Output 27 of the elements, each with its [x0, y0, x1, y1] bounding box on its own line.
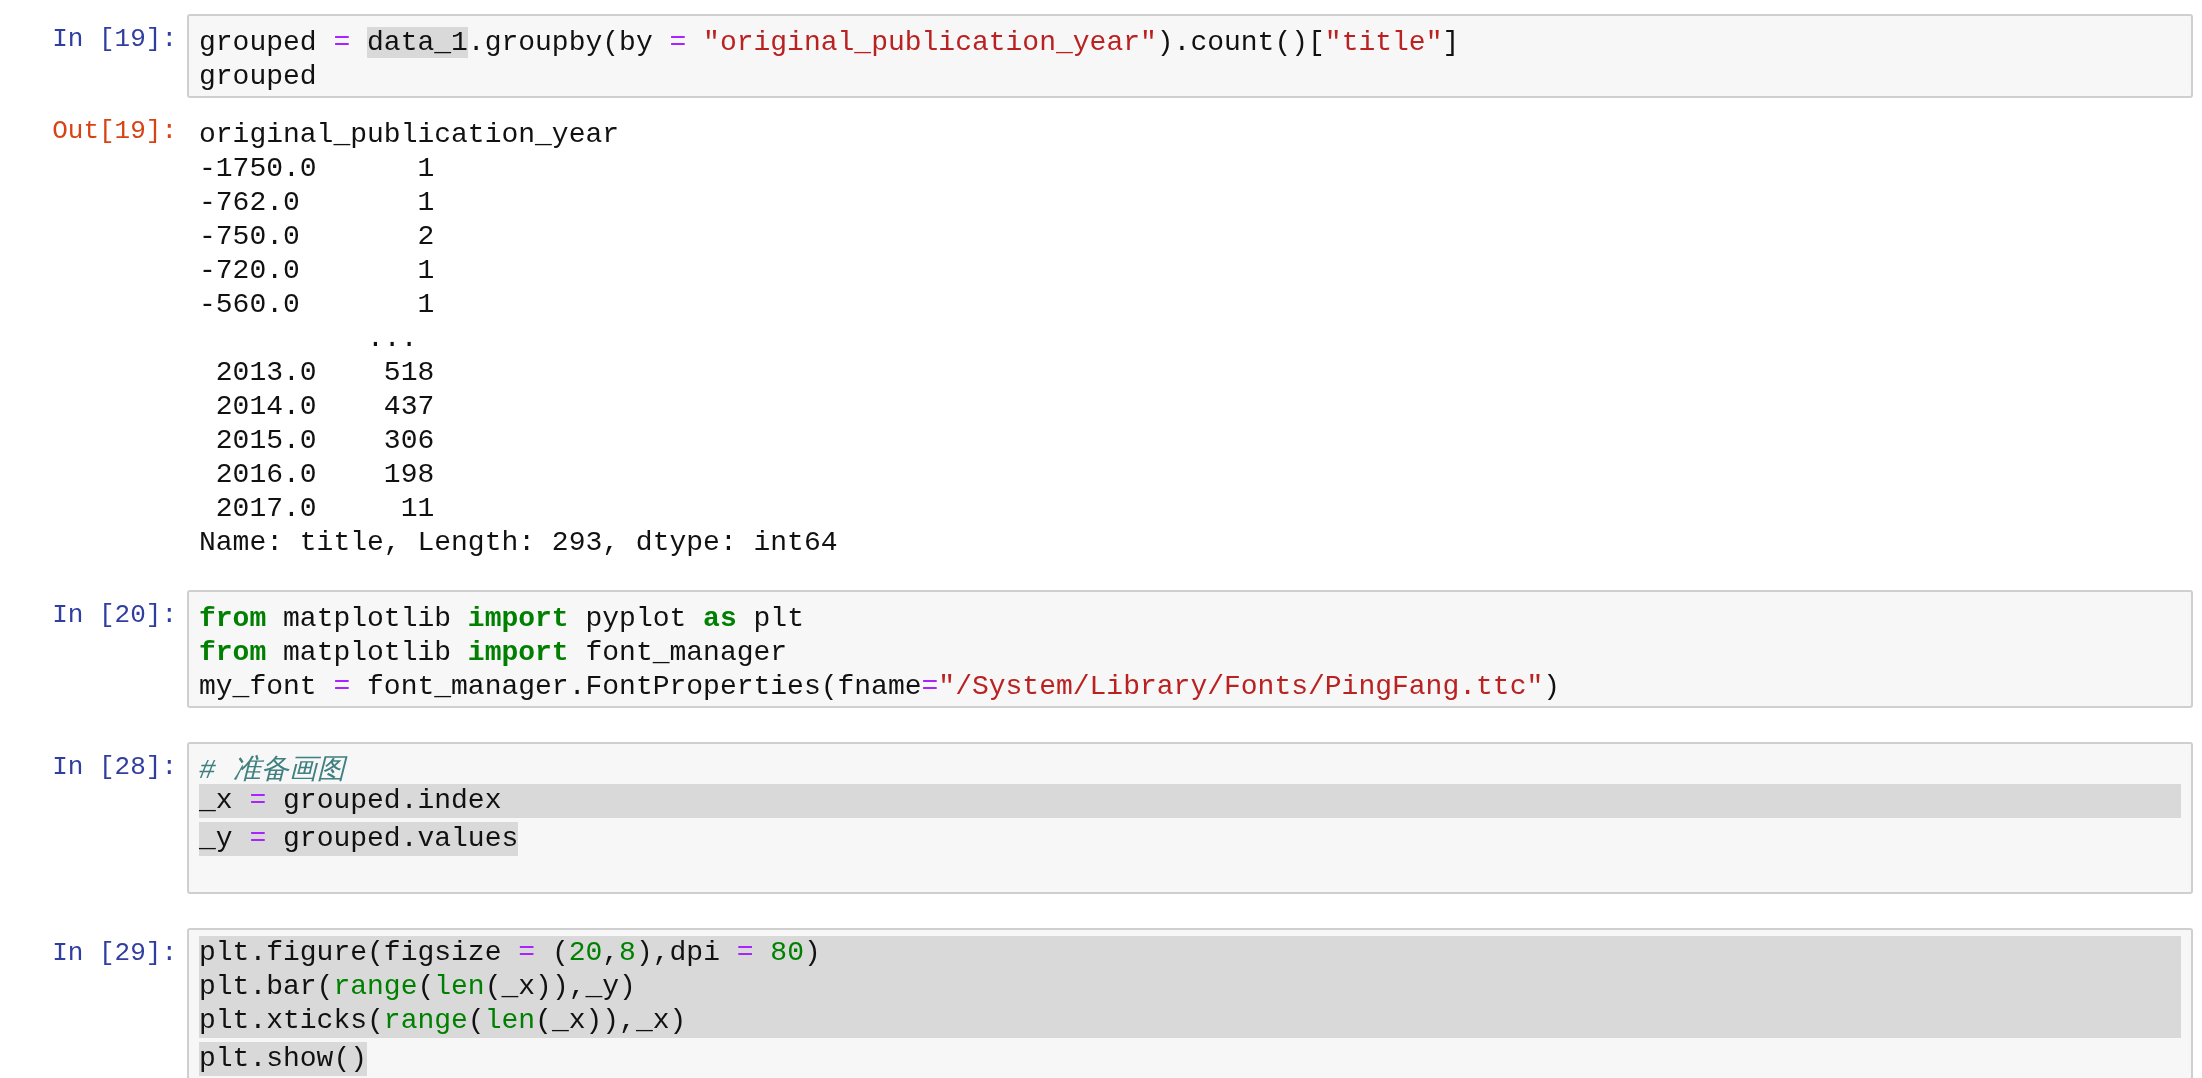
code-line: from matplotlib import pyplot as plt — [199, 602, 804, 636]
code-cell[interactable]: # 准备画图 _x = grouped.index _y = grouped.values — [187, 742, 2193, 894]
output-line: 2014.0 437 — [214, 391, 435, 422]
code-line: my_font = font_manager.FontProperties(fname="/System/Library/Fonts/PingFang.ttc") — [199, 670, 1561, 704]
output-line: ... — [366, 323, 418, 354]
code-line: grouped = data_1.groupby(by = "original_publication_year").count()["title"] — [199, 26, 1460, 60]
code-cell[interactable]: from matplotlib import pyplot as plt from matplotlib import font_manager my_font = font_manager.FontProperties(fname="/System/Library/Fonts/PingFang.ttc") — [187, 590, 2193, 708]
input-prompt: In [28]: — [52, 751, 177, 784]
output-line: -762.0 1 — [199, 187, 435, 218]
input-prompt: In [29]: — [52, 937, 177, 970]
code-cell[interactable]: grouped = data_1.groupby(by = "original_publication_year").count()["title"] grouped — [187, 14, 2193, 98]
output-line: 2013.0 518 — [214, 357, 435, 388]
output-line: 2016.0 198 — [214, 459, 435, 490]
output-line: -750.0 2 — [199, 221, 435, 252]
output-line: -1750.0 1 — [199, 153, 435, 184]
output-line: 2017.0 11 — [214, 493, 435, 524]
code-cell[interactable]: plt.figure(figsize = (20,8),dpi = 80) plt.bar(range(len(_x)),_y) plt.xticks(range(len(_x)),_x) plt.show() — [187, 928, 2193, 1078]
output-line: Name: title, Length: 293, dtype: int64 — [199, 527, 838, 558]
output-line: -560.0 1 — [199, 289, 435, 320]
code-line: grouped — [199, 60, 317, 94]
code-line: from matplotlib import font_manager — [199, 636, 788, 670]
output-line: original_publication_year — [199, 119, 620, 150]
output-line: -720.0 1 — [199, 255, 435, 286]
input-prompt: In [20]: — [52, 599, 177, 632]
output-line: 2015.0 306 — [214, 425, 435, 456]
output-prompt: Out[19]: — [52, 115, 177, 148]
input-prompt: In [19]: — [52, 23, 177, 56]
